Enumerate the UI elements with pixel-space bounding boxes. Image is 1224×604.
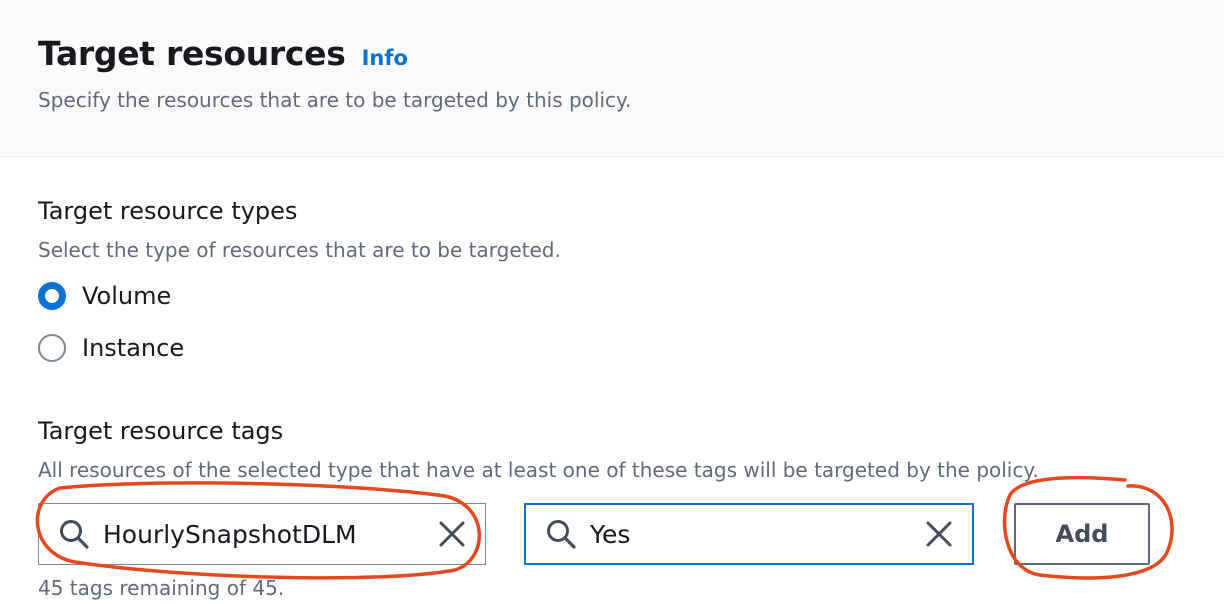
panel-header: Target resources Info Specify the resour… [0,0,1224,157]
close-icon[interactable] [437,519,467,549]
page-title: Target resources [38,34,346,73]
page-subtitle: Specify the resources that are to be tar… [38,88,632,112]
radio-instance[interactable] [38,334,66,362]
add-tag-button[interactable]: Add [1014,503,1150,565]
tag-key-value[interactable]: HourlySnapshotDLM [103,520,437,549]
resource-tags-label: Target resource tags [38,417,284,445]
radio-instance-label: Instance [82,334,185,362]
tag-value-input[interactable]: Yes [524,503,974,565]
radio-volume[interactable] [38,282,66,310]
tag-key-input[interactable]: HourlySnapshotDLM [38,503,486,565]
resource-types-label: Target resource types [38,197,298,225]
tags-remaining-text: 45 tags remaining of 45. [38,576,285,600]
close-icon[interactable] [924,519,954,549]
resource-types-description: Select the type of resources that are to… [38,238,561,262]
title-row: Target resources Info [38,34,408,73]
search-icon [547,520,576,549]
tag-value-value[interactable]: Yes [590,520,924,549]
radio-option-instance[interactable]: Instance [38,334,184,362]
search-icon [60,520,89,549]
radio-option-volume[interactable]: Volume [38,282,171,310]
radio-volume-label: Volume [82,282,172,310]
resource-tags-description: All resources of the selected type that … [38,458,1039,482]
info-link[interactable]: Info [362,46,408,70]
